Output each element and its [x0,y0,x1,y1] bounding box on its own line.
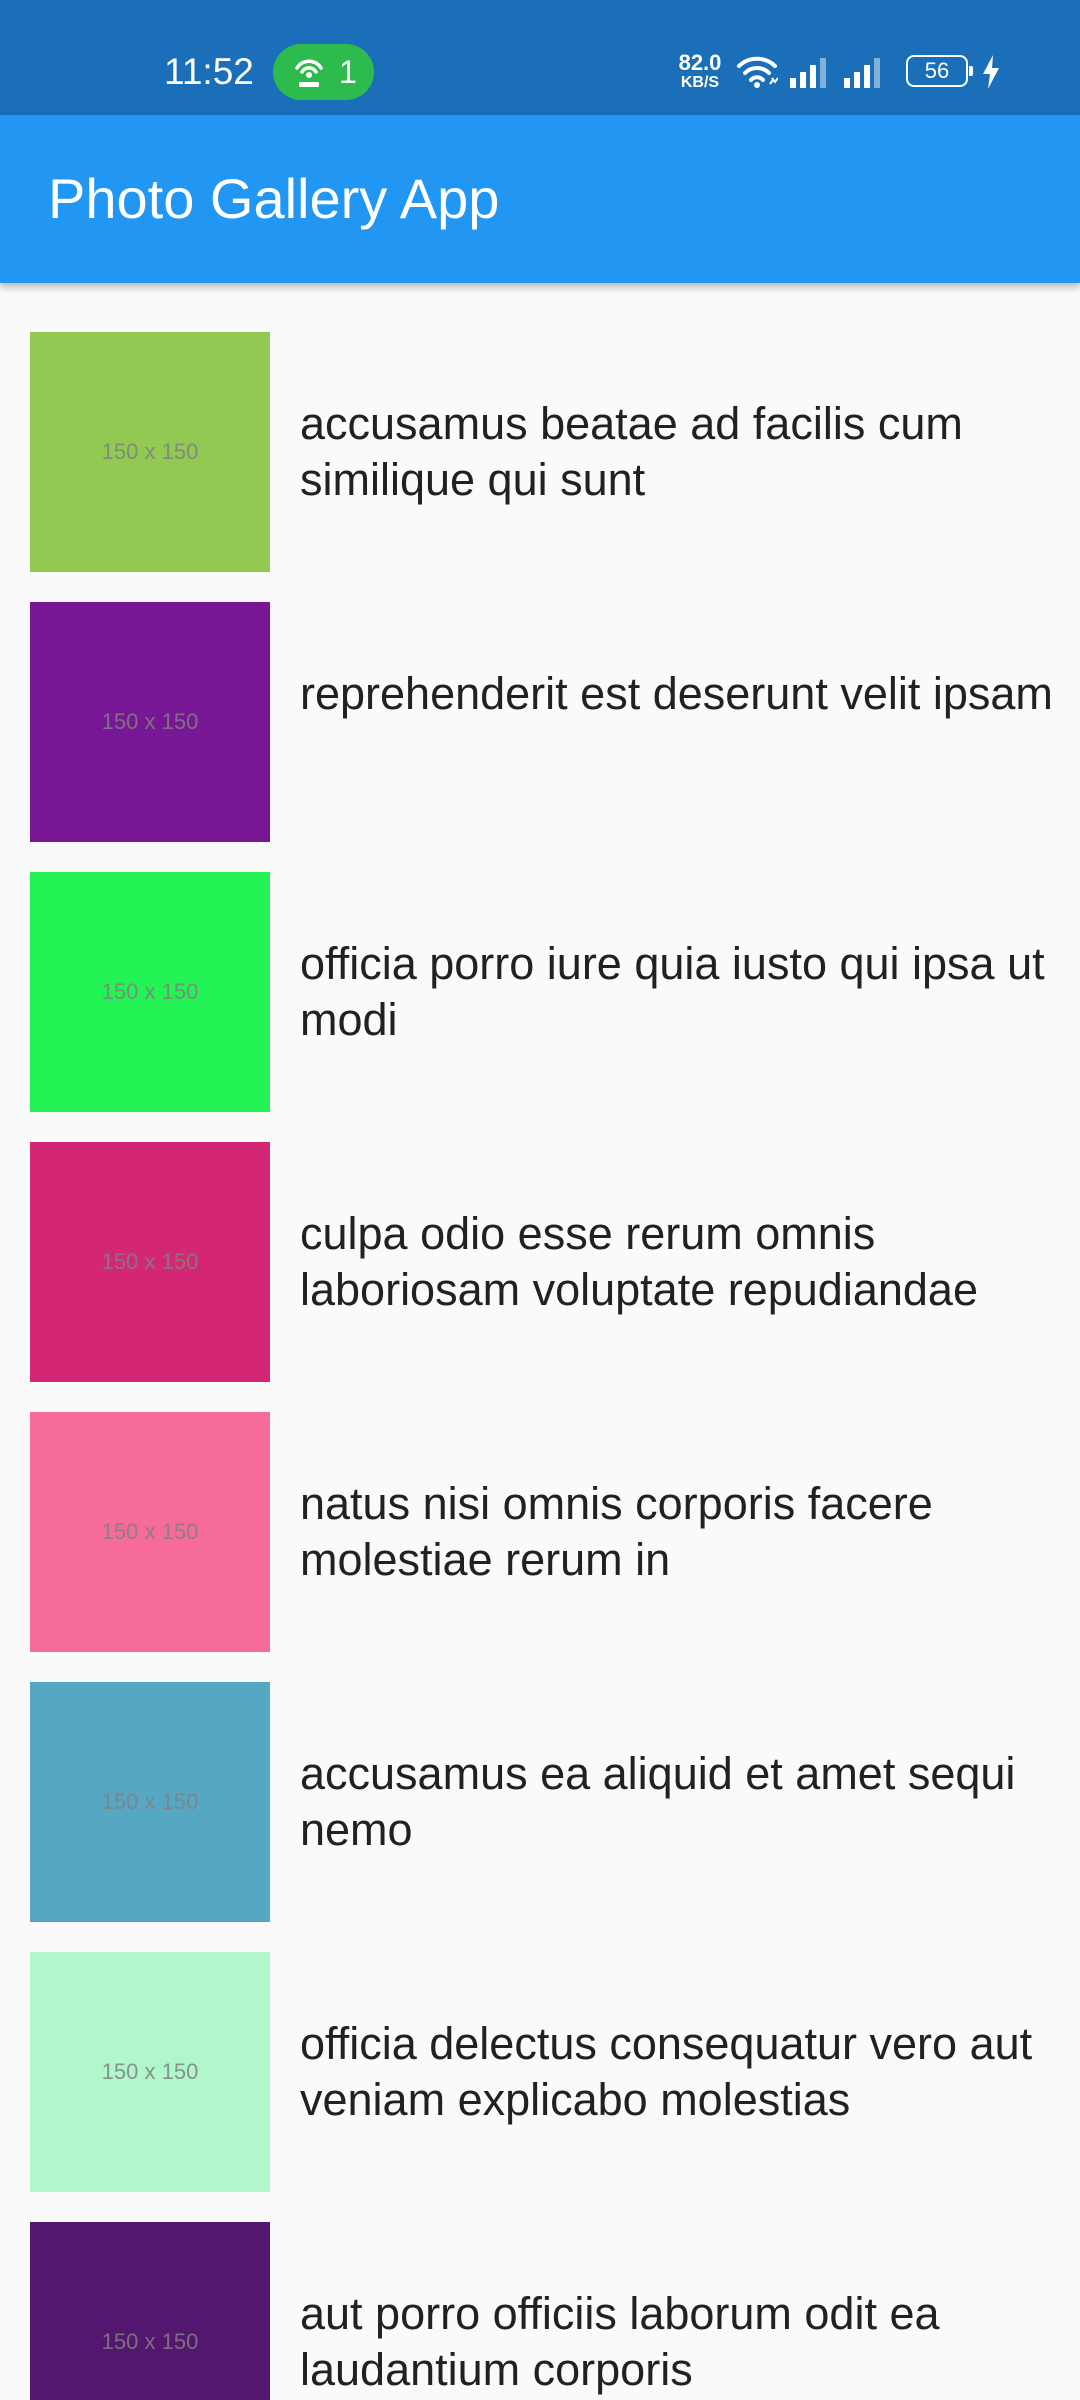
list-item[interactable]: 150 x 150 accusamus beatae ad facilis cum… [0,283,1080,572]
wifi-icon [737,56,778,88]
photo-thumbnail[interactable]: 150 x 150 [30,1682,270,1922]
hotspot-icon [295,59,323,87]
photo-title: natus nisi omnis corporis facere molesti… [300,1478,933,1585]
photo-title: officia porro iure quia iusto qui ipsa u… [300,938,1045,1045]
photo-title: reprehenderit est deserunt velit ipsam [300,668,1053,719]
list-item[interactable]: 150 x 150 natus nisi omnis corporis facer… [0,1363,1080,1652]
photo-thumbnail[interactable]: 150 x 150 [30,332,270,572]
thumbnail-size-label: 150 x 150 [101,2059,199,2084]
thumbnail-size-label: 150 x 150 [101,1249,199,1274]
list-item[interactable]: 150 x 150 culpa odio esse rerum omnis lab… [0,1093,1080,1382]
list-item[interactable]: 150 x 150 officia delectus consequatur ve… [0,1903,1080,2192]
thumbnail-size-label: 150 x 150 [101,2329,199,2354]
photo-title: accusamus ea aliquid et amet sequi nemo [300,1748,1016,1855]
list-item[interactable]: 150 x 150 accusamus ea aliquid et amet se… [0,1633,1080,1922]
battery-icon: 56 [906,55,973,87]
page-title: Photo Gallery App [48,167,500,230]
app-root: 11:52 1 82.0 KB/S 56 Photo Gallery App 1… [0,0,1080,2400]
photo-thumbnail[interactable]: 150 x 150 [30,2222,270,2400]
charging-icon [983,55,999,89]
signal-icon [844,58,880,88]
thumbnail-size-label: 150 x 150 [101,979,199,1004]
status-bar: 11:52 1 82.0 KB/S 56 [0,0,1080,115]
app-bar: Photo Gallery App [0,115,1080,283]
network-speed-unit: KB/S [680,74,720,91]
network-speed-value: 82.0 [678,50,722,75]
list-item[interactable]: 150 x 150 aut porro officiis laborum odit… [0,2173,1080,2400]
photo-thumbnail[interactable]: 150 x 150 [30,602,270,842]
photo-title: officia delectus consequatur vero aut ve… [300,2018,1033,2125]
thumbnail-size-label: 150 x 150 [101,1789,199,1814]
battery-level: 56 [924,58,950,83]
thumbnail-size-label: 150 x 150 [101,439,199,464]
photo-thumbnail[interactable]: 150 x 150 [30,872,270,1112]
photo-title: culpa odio esse rerum omnis laboriosam v… [300,1208,978,1315]
status-time: 11:52 [164,51,254,92]
photo-list[interactable]: 150 x 150 accusamus beatae ad facilis cum… [0,283,1080,2400]
photo-thumbnail[interactable]: 150 x 150 [30,1412,270,1652]
hotspot-count: 1 [339,54,357,90]
photo-title: accusamus beatae ad facilis cum similiqu… [300,398,963,505]
thumbnail-size-label: 150 x 150 [101,1519,199,1544]
photo-thumbnail[interactable]: 150 x 150 [30,1142,270,1382]
signal-icon [790,58,826,88]
thumbnail-size-label: 150 x 150 [101,709,199,734]
list-item[interactable]: 150 x 150 officia porro iure quia iusto q… [0,823,1080,1112]
photo-title: aut porro officiis laborum odit ea lauda… [300,2288,940,2395]
list-item[interactable]: 150 x 150 reprehenderit est deserunt veli… [0,553,1080,842]
network-speed: 82.0 KB/S [672,52,728,92]
photo-thumbnail[interactable]: 150 x 150 [30,1952,270,2192]
hotspot-indicator[interactable]: 1 [273,44,374,100]
